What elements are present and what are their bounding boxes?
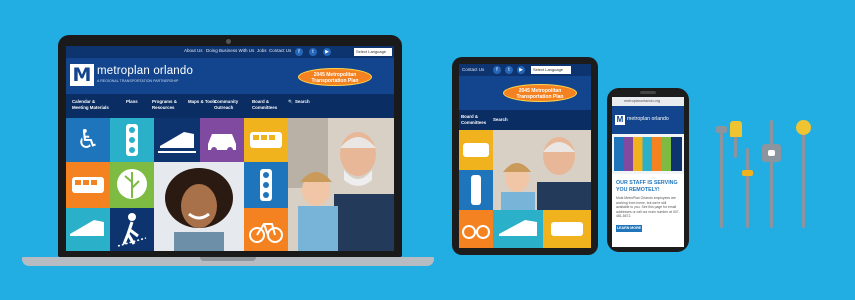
phone-logo-name[interactable]: metroplan orlando	[627, 116, 669, 122]
logo-mark-icon[interactable]: M	[615, 115, 625, 125]
tile-bus-2	[66, 162, 110, 208]
traffic-light-icon	[126, 124, 138, 156]
bus-icon	[72, 177, 104, 193]
tile-bus	[244, 118, 288, 162]
woman-photo	[154, 162, 244, 251]
logo-tagline: A REGIONAL TRANSPORTATION PARTNERSHIP	[97, 79, 179, 83]
tile-bicycle	[244, 208, 288, 251]
tablet-mtp-promo-button[interactable]: 2045 Metropolitan Transportation Plan	[503, 84, 577, 102]
twitter-icon[interactable]: t	[309, 48, 317, 56]
laptop-camera	[226, 39, 231, 44]
phone-screen: metroplanorlando.org M metroplan orlando…	[612, 97, 684, 247]
tablet-tile-bus	[459, 130, 493, 170]
phone-url[interactable]: metroplanorlando.org	[624, 99, 660, 103]
nav-search[interactable]: Search	[288, 99, 326, 105]
utility-bar: About Us Doing Business With Us Jobs Con…	[66, 46, 394, 58]
tile-tree	[110, 162, 154, 208]
phone-address-bar: metroplanorlando.org	[612, 97, 684, 106]
logo-name[interactable]: metroplan orlando	[97, 65, 193, 77]
phone-icon-mosaic	[612, 134, 684, 174]
contact-us-link[interactable]: Contact Us	[269, 48, 291, 53]
tablet-tile-traffic	[459, 170, 493, 210]
bus-icon	[463, 143, 489, 157]
nav-programs[interactable]: Programs & Resources	[152, 99, 190, 110]
language-select[interactable]: Select Language	[354, 48, 392, 56]
tablet-tile-train	[493, 210, 543, 248]
tile-train	[154, 118, 200, 162]
pedestrian-icon	[117, 213, 147, 247]
marketing-banner: About Us Doing Business With Us Jobs Con…	[0, 0, 855, 300]
tablet-utility-bar: Contact Us f t ▶ Select Language	[459, 64, 591, 76]
learn-more-button[interactable]: LEARN MORE	[616, 225, 642, 232]
laptop-screen: About Us Doing Business With Us Jobs Con…	[66, 46, 394, 251]
tile-traffic-light-2	[244, 162, 288, 208]
tablet-nav: Board & Committees Search	[459, 110, 591, 130]
cable-2-plug	[730, 121, 742, 137]
laptop-trackpad-notch	[200, 257, 256, 261]
about-us-link[interactable]: About Us	[184, 48, 203, 53]
bicycle-icon	[462, 225, 490, 239]
traffic-light-icon	[260, 169, 272, 201]
tablet-contact-link[interactable]: Contact Us	[462, 67, 484, 72]
cable-5	[802, 130, 805, 228]
jobs-link[interactable]: Jobs	[257, 48, 267, 53]
phone-body: Most MetroPlan Orlando employees are wor…	[616, 196, 680, 219]
phone-headline: OUR STAFF IS SERVING YOU REMOTELY!	[616, 180, 678, 193]
bus-icon	[551, 222, 583, 236]
grandfather-child-image	[288, 118, 394, 251]
cable-5-head	[796, 120, 811, 135]
nav-board[interactable]: Board & Committees	[252, 99, 290, 110]
facebook-icon[interactable]: f	[493, 66, 501, 74]
cable-1-plug	[716, 126, 727, 133]
tile-wheelchair: ♿	[66, 118, 110, 162]
youtube-icon[interactable]: ▶	[517, 66, 525, 74]
nav-calendar[interactable]: Calendar & Meeting Materials	[72, 99, 110, 110]
mtp-promo-button[interactable]: 2045 Metropolitan Transportation Plan	[298, 68, 372, 86]
cable-4	[770, 120, 773, 228]
train-icon	[158, 132, 196, 153]
logo-mark-icon[interactable]: M	[70, 64, 94, 86]
tablet-nav-board[interactable]: Board & Committees	[461, 114, 489, 125]
site-header: M metroplan orlando A REGIONAL TRANSPORT…	[66, 58, 394, 94]
tablet-nav-search[interactable]: Search	[493, 117, 508, 122]
cable-3-band	[742, 170, 753, 176]
tablet-screen: Contact Us f t ▶ Select Language 2045 Me…	[459, 64, 591, 248]
tree-icon	[117, 169, 147, 199]
phone-mosaic-image	[614, 137, 682, 171]
family-photo	[288, 118, 394, 251]
nav-community[interactable]: Community Outreach	[214, 99, 252, 110]
traffic-light-icon	[471, 175, 481, 205]
twitter-icon[interactable]: t	[505, 66, 513, 74]
train-icon	[499, 220, 537, 236]
phone-header: M metroplan orlando	[612, 106, 684, 134]
tablet-language-select[interactable]: Select Language	[531, 66, 571, 74]
tablet-header: 2045 Metropolitan Transportation Plan	[459, 76, 591, 110]
cable-1	[720, 128, 723, 228]
phone-speaker	[640, 91, 656, 94]
tile-pedestrian	[110, 208, 154, 251]
doing-business-link[interactable]: Doing Business With Us	[206, 48, 254, 53]
train-icon	[70, 220, 104, 236]
bicycle-icon	[249, 223, 283, 243]
wheelchair-icon: ♿	[76, 125, 100, 155]
tile-traffic-light	[110, 118, 154, 162]
grandfather-child-image	[501, 137, 591, 210]
cable-4-connector	[762, 144, 781, 162]
bus-icon	[250, 132, 282, 148]
woman-portrait-image	[165, 168, 233, 251]
cable-3	[746, 148, 749, 228]
tile-car	[200, 118, 244, 162]
main-nav: Calendar & Meeting Materials Plans Progr…	[66, 94, 394, 118]
tablet-family-photo	[493, 130, 591, 210]
car-icon	[208, 134, 236, 153]
tablet-tile-bicycle	[459, 210, 493, 248]
tablet-tile-bus-2	[543, 210, 591, 248]
tile-train-2	[66, 208, 110, 251]
facebook-icon[interactable]: f	[295, 48, 303, 56]
youtube-icon[interactable]: ▶	[323, 48, 331, 56]
